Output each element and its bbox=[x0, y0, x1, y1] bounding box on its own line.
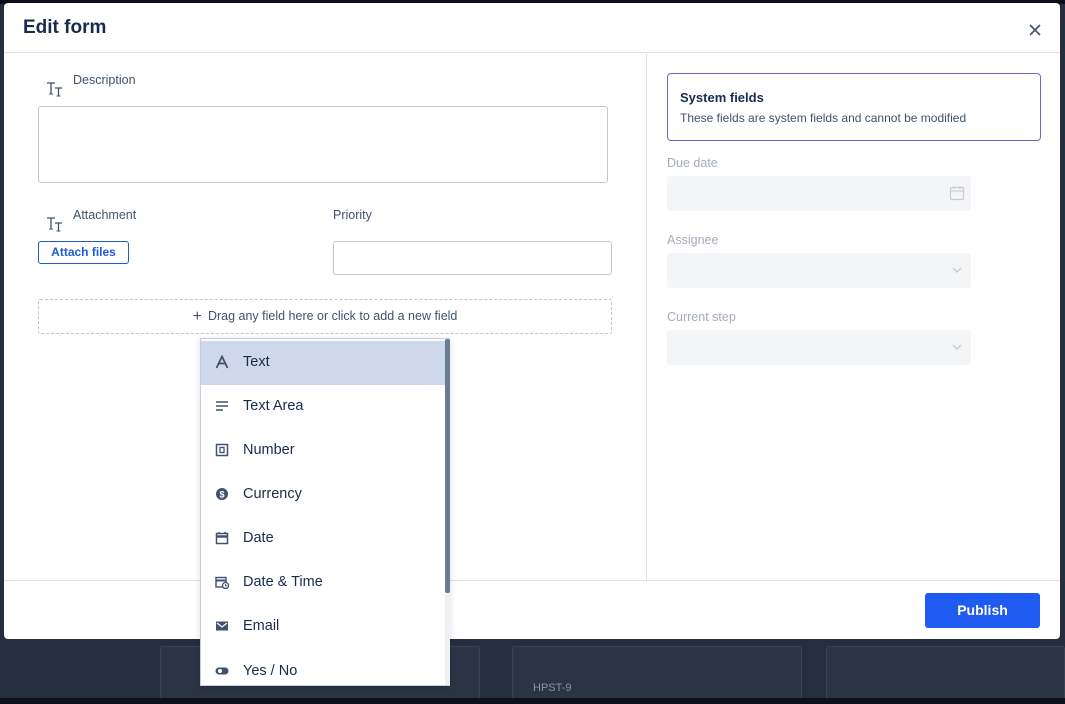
modal-title: Edit form bbox=[23, 17, 107, 38]
system-fields-panel: System fields These fields are system fi… bbox=[648, 54, 1060, 580]
text-icon bbox=[215, 354, 229, 369]
menu-scrollbar-thumb[interactable] bbox=[445, 339, 450, 593]
attachment-label: Attachment bbox=[73, 208, 137, 222]
due-date-field bbox=[667, 176, 971, 211]
menu-item-label: Email bbox=[243, 618, 280, 634]
current-step-field bbox=[667, 330, 971, 365]
date-time-icon bbox=[215, 575, 230, 590]
menu-item-label: Text bbox=[243, 354, 270, 370]
chevron-down-icon bbox=[949, 262, 965, 278]
menu-item-label: Date & Time bbox=[243, 574, 323, 590]
menu-item-label: Date bbox=[243, 530, 274, 546]
due-date-label: Due date bbox=[667, 156, 718, 170]
background-bottom-bar bbox=[0, 698, 1065, 704]
assignee-field bbox=[667, 253, 971, 288]
menu-item-email[interactable]: Email bbox=[201, 605, 446, 649]
svg-text:$: $ bbox=[219, 490, 224, 500]
add-field-dropzone[interactable]: + Drag any field here or click to add a n… bbox=[38, 299, 612, 334]
menu-item-date-time[interactable]: Date & Time bbox=[201, 561, 446, 605]
menu-scrollbar[interactable] bbox=[445, 339, 450, 685]
description-label: Description bbox=[73, 73, 136, 87]
dropzone-text: Drag any field here or click to add a ne… bbox=[207, 309, 458, 323]
toggle-icon bbox=[215, 664, 229, 678]
number-icon bbox=[215, 443, 229, 457]
menu-item-date[interactable]: Date bbox=[201, 517, 446, 561]
menu-item-text[interactable]: Text bbox=[201, 341, 446, 385]
menu-item-currency[interactable]: $ Currency bbox=[201, 473, 446, 517]
publish-button[interactable]: Publish bbox=[925, 593, 1040, 628]
assignee-label: Assignee bbox=[667, 233, 719, 247]
menu-item-label: Currency bbox=[243, 486, 302, 502]
text-field-icon bbox=[46, 215, 64, 233]
menu-item-yes-no[interactable]: Yes / No bbox=[201, 650, 446, 685]
menu-item-label: Text Area bbox=[243, 398, 304, 414]
background-card bbox=[512, 646, 802, 704]
text-area-icon bbox=[215, 399, 229, 413]
email-icon bbox=[215, 619, 229, 633]
plus-icon: + bbox=[192, 308, 202, 325]
calendar-icon bbox=[215, 531, 229, 545]
background-issue-key: HPST-9 bbox=[533, 682, 572, 694]
text-field-icon bbox=[46, 80, 64, 98]
attach-files-button[interactable]: Attach files bbox=[38, 241, 129, 264]
menu-item-number[interactable]: Number bbox=[201, 429, 446, 473]
system-fields-title: System fields bbox=[680, 90, 764, 105]
menu-item-text-area[interactable]: Text Area bbox=[201, 385, 446, 429]
description-textarea[interactable] bbox=[38, 106, 608, 183]
modal-footer: Publish bbox=[4, 580, 1060, 639]
system-fields-subtitle: These fields are system fields and canno… bbox=[680, 111, 967, 125]
modal-header: Edit form bbox=[4, 3, 1060, 53]
field-type-menu: Text Text Area Number $ Currency Date Da… bbox=[200, 338, 450, 686]
calendar-icon bbox=[949, 185, 965, 201]
close-icon[interactable] bbox=[1026, 21, 1044, 39]
chevron-down-icon bbox=[949, 339, 965, 355]
background-card bbox=[826, 646, 1065, 704]
priority-label: Priority bbox=[333, 208, 372, 222]
edit-form-modal: Edit form Description Attachment Attach … bbox=[4, 3, 1060, 639]
currency-icon: $ bbox=[215, 487, 229, 501]
system-fields-notice: System fields These fields are system fi… bbox=[667, 73, 1041, 141]
menu-item-label: Yes / No bbox=[243, 663, 298, 679]
priority-input[interactable] bbox=[333, 241, 612, 275]
current-step-label: Current step bbox=[667, 310, 736, 324]
menu-item-label: Number bbox=[243, 442, 295, 458]
